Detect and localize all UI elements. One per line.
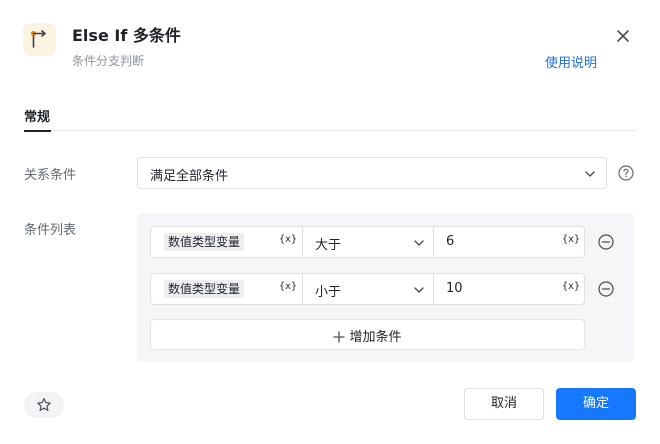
condition-list-label: 条件列表 — [24, 223, 77, 238]
confirm-button[interactable]: 确定 — [556, 388, 636, 420]
dialog-title: Else If 多条件 — [72, 26, 181, 45]
condition-variable-field[interactable]: 数值类型变量 {x} — [151, 274, 303, 304]
tab-general-label: 常规 — [24, 110, 51, 125]
close-icon — [617, 30, 629, 42]
chevron-down-icon — [585, 171, 595, 177]
operator-value: 大于 — [315, 238, 342, 253]
minus-circle-icon — [598, 234, 614, 250]
branch-icon — [23, 23, 56, 56]
condition-row: 数值类型变量 {x} 小于 10 {x} — [150, 273, 585, 305]
condition-operator-select[interactable]: 小于 — [303, 274, 434, 304]
star-icon — [37, 398, 51, 411]
minus-circle-icon — [598, 281, 614, 297]
usage-guide-link[interactable]: 使用说明 — [545, 52, 597, 71]
insert-variable-button[interactable]: {x} — [562, 281, 580, 292]
condition-value-field[interactable]: 6 {x} — [434, 227, 584, 257]
tab-active-indicator — [24, 130, 51, 132]
add-condition-button[interactable]: 增加条件 — [150, 319, 585, 350]
tab-bar: 常规 — [24, 104, 636, 132]
tab-general[interactable]: 常规 — [24, 104, 51, 132]
add-condition-label: 增加条件 — [349, 330, 402, 345]
condition-variable-field[interactable]: 数值类型变量 {x} — [151, 227, 303, 257]
help-icon[interactable] — [618, 165, 634, 181]
dialog-subtitle: 条件分支判断 — [72, 54, 145, 68]
add-condition-content: 增加条件 — [151, 326, 584, 345]
relation-condition-value: 满足全部条件 — [150, 169, 229, 184]
condition-value-field[interactable]: 10 {x} — [434, 274, 584, 304]
close-button[interactable] — [612, 25, 634, 47]
variable-chip: 数值类型变量 — [164, 233, 245, 251]
relation-condition-label: 关系条件 — [24, 168, 77, 183]
condition-row: 数值类型变量 {x} 大于 6 {x} — [150, 226, 585, 258]
cancel-button[interactable]: 取消 — [464, 388, 544, 420]
else-if-dialog: Else If 多条件 条件分支判断 使用说明 常规 关系条件 满足全部条件 条… — [0, 0, 660, 444]
remove-condition-button[interactable] — [598, 234, 614, 250]
variable-chip: 数值类型变量 — [164, 280, 245, 298]
condition-value: 6 — [446, 234, 455, 249]
remove-condition-button[interactable] — [598, 281, 614, 297]
relation-condition-select[interactable]: 满足全部条件 — [137, 157, 607, 189]
insert-variable-button[interactable]: {x} — [562, 234, 580, 245]
chevron-down-icon — [414, 240, 424, 246]
condition-value: 10 — [446, 281, 463, 296]
chevron-down-icon — [414, 287, 424, 293]
operator-value: 小于 — [315, 285, 342, 300]
condition-list-panel: 数值类型变量 {x} 大于 6 {x} 数值类型变量 {x} 小于 10 {x}… — [137, 213, 634, 362]
plus-icon — [333, 331, 346, 343]
insert-variable-button[interactable]: {x} — [279, 281, 297, 292]
insert-variable-button[interactable]: {x} — [279, 234, 297, 245]
favorite-button[interactable] — [24, 392, 64, 418]
condition-operator-select[interactable]: 大于 — [303, 227, 434, 257]
